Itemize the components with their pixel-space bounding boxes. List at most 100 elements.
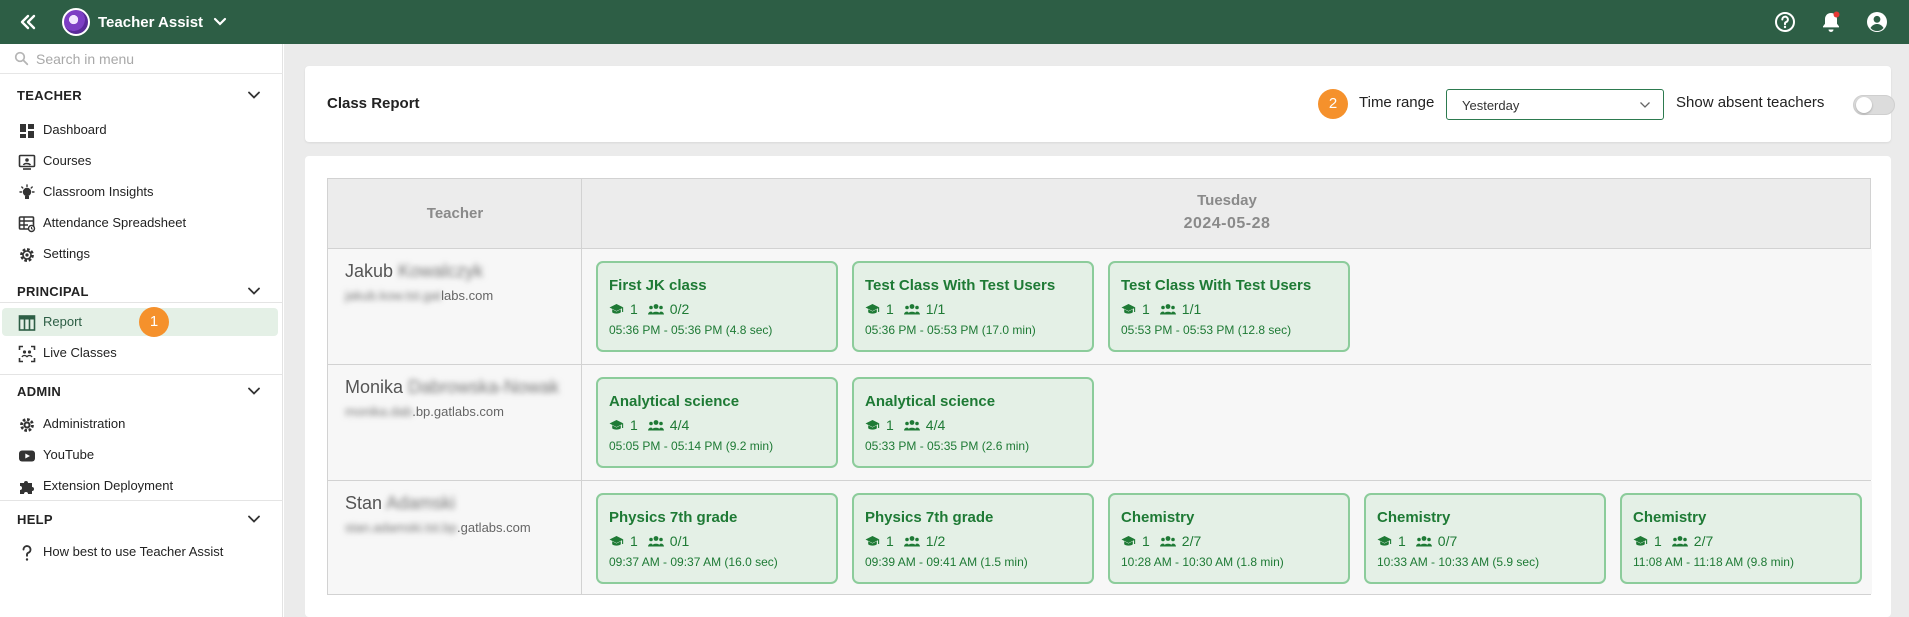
attendance-count: 0/7 [1437,533,1458,549]
report-card: Teacher Tuesday 2024-05-28 Jakub Kowalcz… [305,156,1891,617]
class-card[interactable]: Physics 7th grade 1 0/1 09:37 AM - 09:37 AM… [596,493,838,584]
report-table: Teacher Tuesday 2024-05-28 Jakub Kowalcz… [327,178,1872,595]
sidebar-item-attendance-spreadsheet[interactable]: Attendance Spreadsheet [2,209,278,237]
main-content: Class Report 2 Time range Yesterday Show… [284,44,1909,617]
menu-search [0,44,283,74]
teacher-row: Jakub Kowalczyk jakub.kow.tst.gatlabs.com… [328,249,1872,365]
graduation-cap-icon [1377,535,1392,546]
class-card[interactable]: Analytical science 1 4/4 05:33 PM - 05:35 P… [852,377,1094,468]
attendance-count: 0/1 [669,533,690,549]
class-stats: 1 0/1 [609,533,689,549]
teacher-header-label: Teacher [426,205,484,222]
teacher-last-name-redacted: Adamski [386,493,456,513]
search-input[interactable] [36,49,266,69]
chevron-down-icon [248,387,260,395]
class-title: Chemistry [1121,509,1195,526]
attendance-count: 0/2 [669,301,690,317]
page-title: Class Report [327,95,420,112]
class-card[interactable]: Analytical science 1 4/4 05:05 PM - 05:14 P… [596,377,838,468]
teacher-first-name: Jakub [345,261,394,281]
section-header-help[interactable]: HELP [0,510,283,530]
people-icon [647,420,664,431]
sidebar-item-youtube[interactable]: YouTube [2,441,278,469]
classes-cell: First JK class 1 0/2 05:36 PM - 05:36 PM (4… [582,249,1872,364]
puzzle-icon [20,481,34,494]
sidebar-item-administration[interactable]: Administration [2,410,278,438]
attendance-count: 1/1 [925,301,946,317]
sidebar-item-classroom-insights[interactable]: Classroom Insights [2,178,278,206]
sidebar-item-how-to-use[interactable]: How best to use Teacher Assist [2,538,278,566]
sidebar-item-extension-deployment[interactable]: Extension Deployment [2,472,278,500]
teacher-last-name-redacted: Dabrowska-Nowak [408,377,560,397]
section-title: ADMIN [17,384,62,399]
class-card[interactable]: First JK class 1 0/2 05:36 PM - 05:36 PM (4… [596,261,838,352]
class-time: 05:05 PM - 05:14 PM (9.2 min) [609,439,774,453]
sidebar-item-courses[interactable]: Courses [2,147,278,175]
class-card[interactable]: Chemistry 1 0/7 10:33 AM - 10:33 AM (5.9 se… [1364,493,1606,584]
teacher-email-redacted: monika.dab [345,404,413,419]
class-time: 10:33 AM - 10:33 AM (5.9 sec) [1377,555,1540,569]
teacher-email: stan.adamski.tst.bp.gatlabs.com [345,520,531,535]
section-header-teacher[interactable]: TEACHER [0,86,283,106]
teacher-last-name-redacted: Kowalczyk [398,261,484,281]
class-time: 11:08 AM - 11:18 AM (9.8 min) [1633,555,1794,569]
people-icon [1159,304,1176,315]
top-bar: Teacher Assist [0,0,1909,44]
class-title: Analytical science [609,393,740,410]
teacher-row: Monika Dabrowska-Nowak monika.dab.bp.gatl… [328,365,1872,481]
class-card[interactable]: Test Class With Test Users 1 1/1 05:53 PM -… [1108,261,1350,352]
class-time: 09:39 AM - 09:41 AM (1.5 min) [865,555,1028,569]
account-button[interactable] [1865,10,1889,34]
class-stats: 1 4/4 [609,417,689,433]
people-icon [903,420,920,431]
app-logo [62,8,90,36]
app-switcher[interactable]: Teacher Assist [62,7,227,37]
weekday-label: Tuesday [1197,192,1257,209]
teacher-email-domain: .gatlabs.com [457,520,531,535]
class-stats: 1 2/7 [1633,533,1713,549]
course-count: 1 [630,533,638,549]
sidebar-item-settings[interactable]: Settings [2,240,278,268]
class-stats: 1 1/1 [1121,301,1201,317]
sidebar: TEACHER Dashboard Courses Classroom Insi… [0,44,283,617]
class-stats: 1 1/2 [865,533,945,549]
class-card[interactable]: Physics 7th grade 1 1/2 09:39 AM - 09:41 AM… [852,493,1094,584]
attendance-count: 4/4 [669,417,690,433]
lightbulb-icon [19,184,35,199]
help-button[interactable] [1773,10,1797,34]
course-count: 1 [886,533,894,549]
class-title: First JK class [609,277,707,294]
collapse-sidebar-button[interactable] [14,8,42,36]
course-count: 1 [1142,301,1150,317]
course-count: 1 [886,301,894,317]
graduation-cap-icon [1633,535,1648,546]
notifications-button[interactable] [1819,10,1843,34]
graduation-cap-icon [865,303,880,314]
class-card[interactable]: Chemistry 1 2/7 10:28 AM - 10:30 AM (1.8 mi… [1108,493,1350,584]
gear-icon [20,418,34,432]
sidebar-item-label: Report [43,314,83,329]
section-header-principal[interactable]: PRINCIPAL [0,282,283,302]
dashboard-icon [20,124,34,138]
sidebar-item-live-classes[interactable]: Live Classes [2,339,278,367]
section-title: PRINCIPAL [17,284,89,299]
teacher-email-domain: labs.com [441,288,494,303]
teacher-name: Stan Adamski [345,493,455,514]
help-icon [1775,12,1795,32]
time-range-select[interactable]: Yesterday [1446,89,1664,120]
class-card[interactable]: Chemistry 1 2/7 11:08 AM - 11:18 AM (9.8 mi… [1620,493,1862,584]
teacher-name: Monika Dabrowska-Nowak [345,377,559,398]
show-absent-toggle[interactable] [1853,95,1895,115]
classes-cell: Analytical science 1 4/4 05:05 PM - 05:14 P… [582,365,1872,480]
app-name: Teacher Assist [98,13,204,31]
class-stats: 1 1/1 [865,301,945,317]
class-time: 05:36 PM - 05:53 PM (17.0 min) [865,323,1036,337]
class-stats: 1 2/7 [1121,533,1201,549]
search-icon [14,51,29,66]
class-card[interactable]: Test Class With Test Users 1 1/1 05:36 PM -… [852,261,1094,352]
course-count: 1 [1398,533,1406,549]
section-header-admin[interactable]: ADMIN [0,382,283,402]
sidebar-item-dashboard[interactable]: Dashboard [2,116,278,144]
step-badge: 1 [139,307,169,337]
sidebar-item-label: Administration [43,416,126,431]
